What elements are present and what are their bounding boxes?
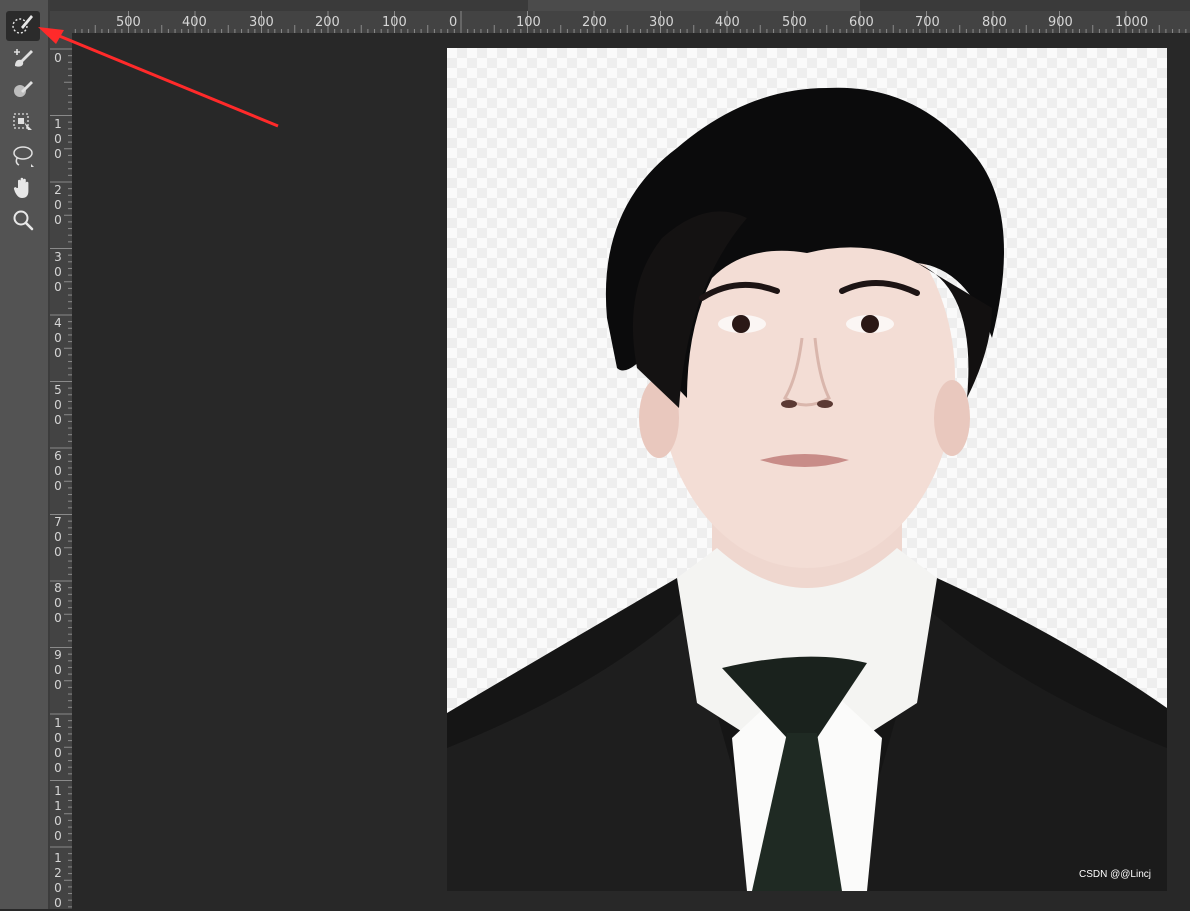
document-tab-strip <box>50 0 1190 11</box>
ruler-label: 900 <box>54 648 62 692</box>
ruler-label: 900 <box>1048 15 1073 30</box>
ruler-label: 0 <box>449 15 458 30</box>
ruler-label: 700 <box>54 515 62 559</box>
ruler-label: 0 <box>54 51 62 65</box>
ruler-label: 100 <box>516 15 541 30</box>
ruler-label: 500 <box>54 383 62 427</box>
ruler-label: 300 <box>249 15 274 30</box>
ruler-label: 300 <box>54 250 62 294</box>
ruler-label: 1100 <box>54 784 62 843</box>
ruler-label: 100 <box>54 117 62 161</box>
zoom-icon <box>11 208 35 236</box>
ruler-label: 800 <box>54 581 62 625</box>
add-selection-brush-button[interactable] <box>6 45 40 75</box>
ruler-label: 500 <box>782 15 807 30</box>
lasso-icon <box>11 144 35 172</box>
document-canvas-portrait[interactable]: CSDN @@Lincj <box>447 48 1167 891</box>
ruler-label: 400 <box>715 15 740 30</box>
ruler-label: 400 <box>182 15 207 30</box>
hand-tool-button[interactable] <box>6 175 40 205</box>
ruler-label: 200 <box>315 15 340 30</box>
document-tab-active[interactable] <box>528 0 860 11</box>
ruler-label: 600 <box>849 15 874 30</box>
zoom-tool-button[interactable] <box>6 207 40 237</box>
quick-selection-brush-icon <box>11 12 35 40</box>
ruler-label: 1200 <box>54 851 62 910</box>
ruler-label: 700 <box>915 15 940 30</box>
ruler-label: 100 <box>382 15 407 30</box>
quick-selection-tool-button[interactable] <box>6 11 40 41</box>
watermark-text: CSDN @@Lincj <box>1079 869 1151 880</box>
ruler-label: 500 <box>116 15 141 30</box>
tools-panel <box>0 0 49 909</box>
ruler-label: 300 <box>649 15 674 30</box>
subtract-selection-brush-button[interactable] <box>6 76 40 106</box>
ruler-label: 800 <box>982 15 1007 30</box>
ruler-label: 600 <box>54 449 62 493</box>
ruler-label: 200 <box>54 183 62 227</box>
brush-minus-icon <box>11 77 35 105</box>
portrait-photo <box>447 87 1167 891</box>
hand-icon <box>11 176 35 204</box>
vertical-ruler: 0 100 200 300 400 500 600 700 800 900 10… <box>50 33 72 910</box>
brush-plus-icon <box>11 46 35 74</box>
ruler-label: 200 <box>582 15 607 30</box>
object-selection-icon <box>11 111 35 139</box>
ruler-label: 400 <box>54 316 62 360</box>
lasso-tool-button[interactable] <box>6 143 40 173</box>
object-selection-tool-button[interactable] <box>6 110 40 140</box>
ruler-label: 1000 <box>54 716 62 775</box>
ruler-label: 1000 <box>1115 15 1149 30</box>
ruler-origin-corner[interactable] <box>50 11 72 33</box>
horizontal-ruler: 500 400 300 200 100 0 100 200 300 400 50… <box>50 11 1190 33</box>
